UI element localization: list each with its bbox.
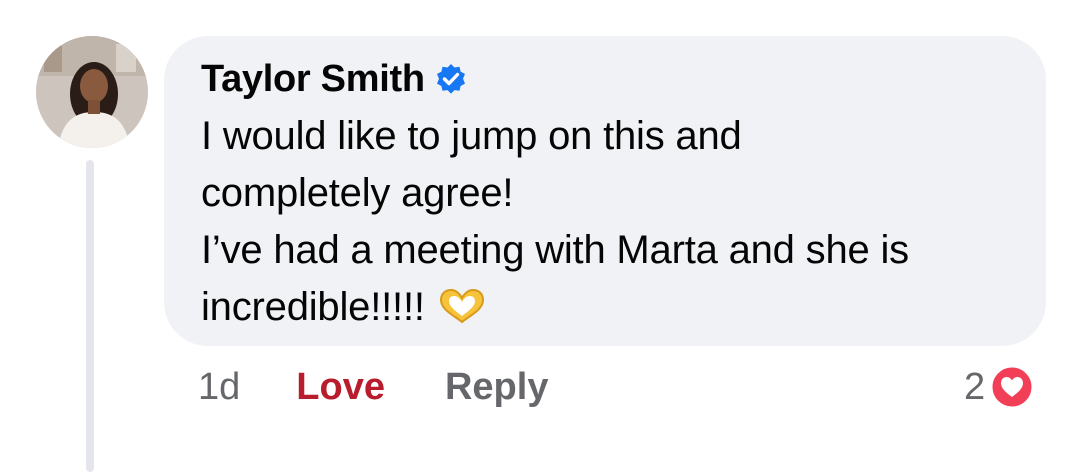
comment-line: I would like to jump on this and [201, 114, 742, 158]
comment-line: I’ve had a meeting with Marta and she is [201, 228, 909, 272]
comment-actions: 1d Love Reply [198, 362, 548, 412]
thread-line [86, 160, 94, 472]
comment-line: incredible!!!!! [201, 285, 425, 329]
avatar-photo [36, 36, 148, 148]
timestamp[interactable]: 1d [198, 366, 240, 409]
reaction-summary[interactable]: 2 [964, 362, 1035, 412]
comment-text: I would like to jump on this and complet… [201, 108, 1010, 336]
comment-line-last: incredible!!!!! [201, 279, 1010, 336]
reply-button[interactable]: Reply [445, 366, 548, 409]
reaction-count: 2 [964, 365, 986, 408]
love-reaction-button[interactable]: Love [296, 366, 385, 409]
love-reaction-icon [989, 364, 1035, 410]
comment-line: completely agree! [201, 171, 514, 215]
author-name[interactable]: Taylor Smith [201, 58, 425, 101]
comment-header: Taylor Smith [201, 58, 1010, 100]
heart-hands-icon [437, 283, 487, 324]
avatar[interactable] [36, 36, 148, 148]
comment-bubble: Taylor Smith I would like to jump on thi… [164, 36, 1046, 346]
verified-badge-icon [435, 63, 467, 95]
